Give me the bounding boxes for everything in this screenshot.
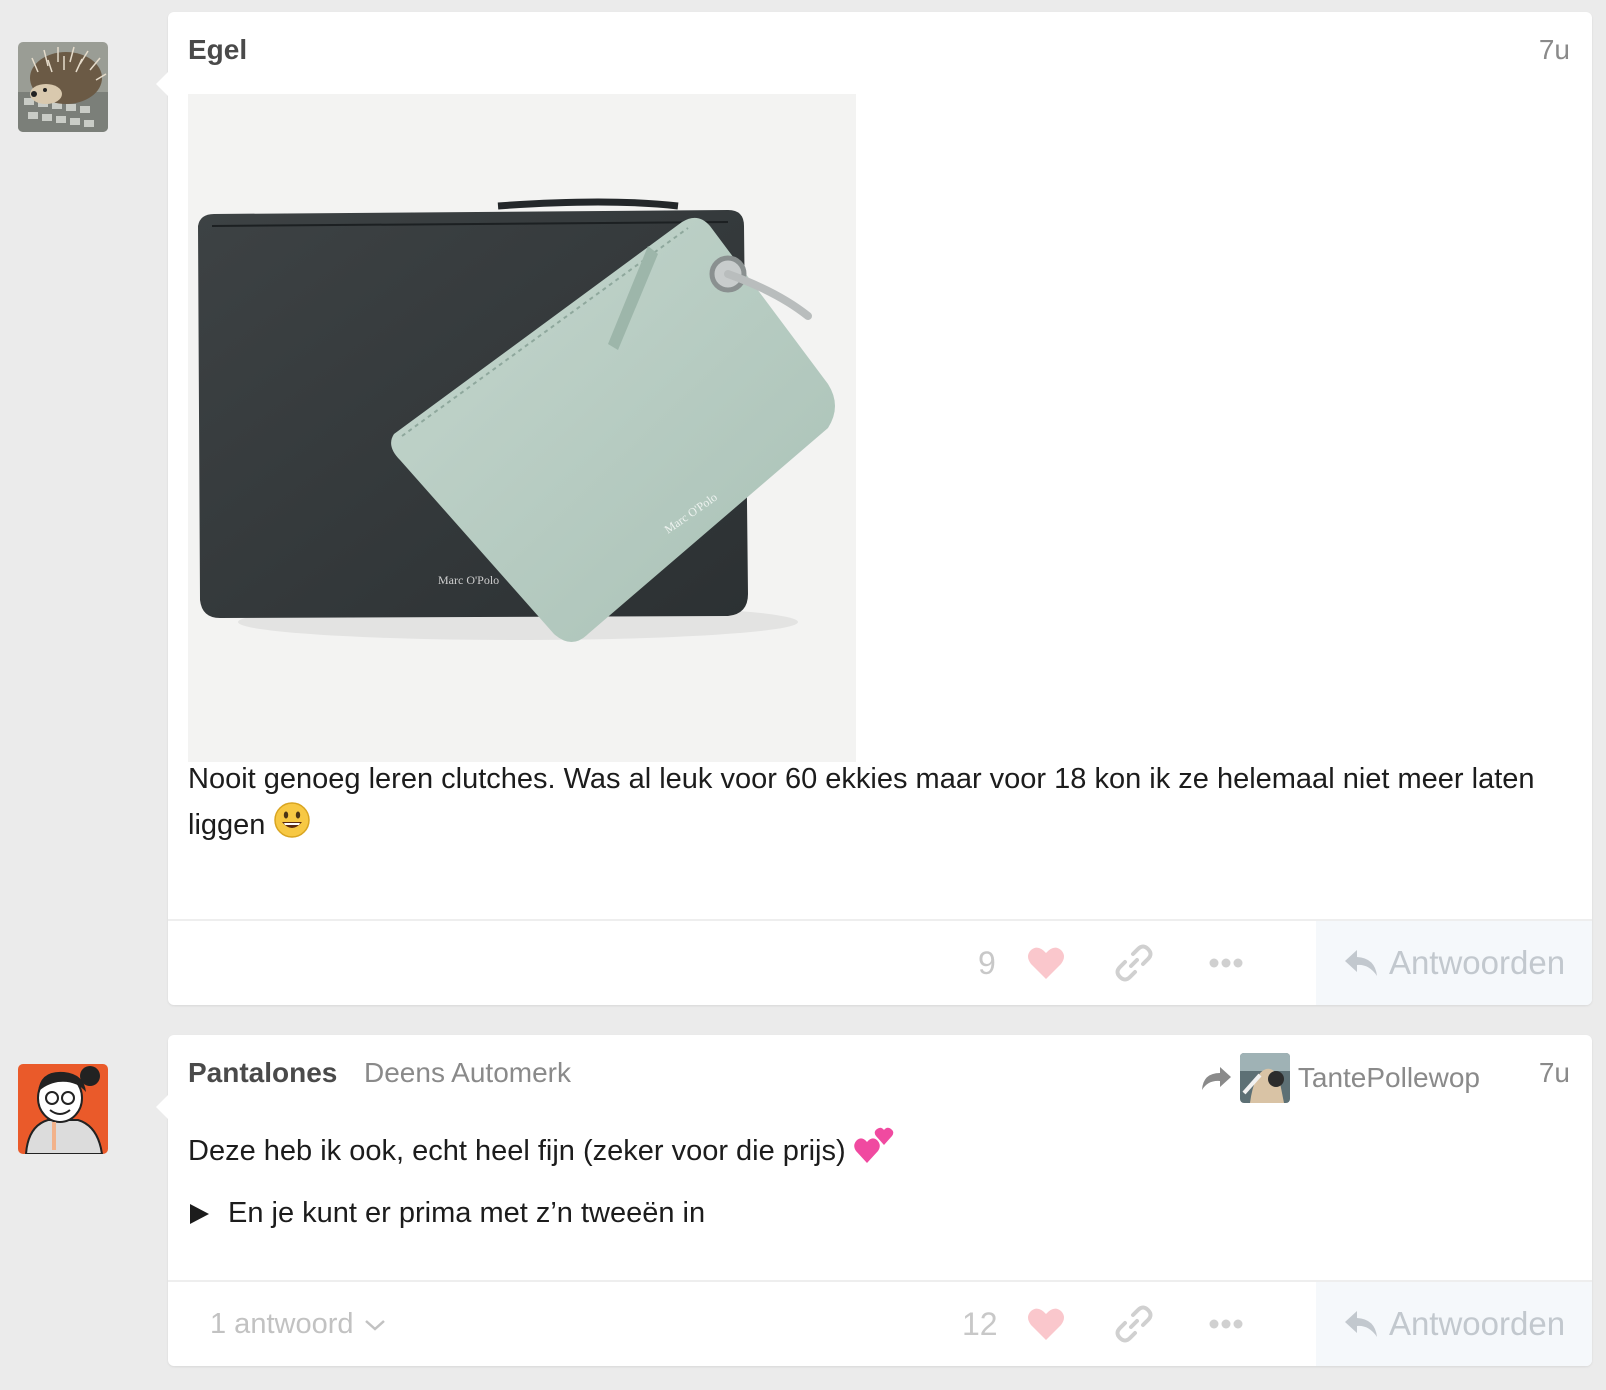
reply-to-avatar <box>1239 1053 1290 1103</box>
avatar-pantalones[interactable] <box>18 1064 108 1154</box>
post-text: Deze heb ik ook, echt heel fijn (zeker v… <box>188 1127 1558 1178</box>
reply-to-indicator[interactable]: TantePollewop <box>1200 1053 1480 1103</box>
copy-link-icon[interactable] <box>1112 1302 1156 1346</box>
two-hearts-emoji-icon <box>853 1127 894 1178</box>
post-card: Pantalones Deens Automerk TantePollewop … <box>156 1035 1592 1366</box>
post-text: Nooit genoeg leren clutches. Was al leuk… <box>188 758 1558 852</box>
reply-label: Antwoorden <box>1388 944 1566 981</box>
reply-button[interactable]: Antwoorden <box>1316 921 1592 1005</box>
collapsed-details[interactable]: En je kunt er prima met z’n tweeën in <box>188 1197 705 1230</box>
reply-arrow-icon <box>1344 1311 1377 1337</box>
user-title: Deens Automerk <box>364 1057 571 1088</box>
like-heart-icon[interactable] <box>1024 1302 1068 1346</box>
post-time[interactable]: 7u <box>1539 34 1570 66</box>
post-text-content: Nooit genoeg leren clutches. Was al leuk… <box>188 763 1535 842</box>
post-author[interactable]: Pantalones <box>188 1057 337 1089</box>
details-summary: En je kunt er prima met z’n tweeën in <box>228 1197 706 1229</box>
post-card: Egel 7u Marc O'Polo Marc O'Polo Nooit ge… <box>156 12 1592 1005</box>
show-replies-button[interactable]: 1 antwoord <box>210 1308 386 1341</box>
share-arrow-icon <box>1201 1067 1231 1090</box>
chevron-down-icon <box>364 1319 385 1331</box>
avatar-egel[interactable] <box>18 42 108 132</box>
reply-button[interactable]: Antwoorden <box>1316 1282 1592 1366</box>
reply-label: Antwoorden <box>1388 1305 1566 1342</box>
more-options-icon[interactable] <box>1204 1302 1248 1346</box>
reply-arrow-icon <box>1344 950 1377 976</box>
like-count[interactable]: 9 <box>978 945 996 982</box>
more-options-icon[interactable] <box>1204 941 1248 985</box>
disclosure-triangle-icon <box>190 1203 209 1224</box>
brand-print-dark: Marc O'Polo <box>438 573 499 587</box>
like-count[interactable]: 12 <box>962 1306 998 1343</box>
clutch-product-photo: Marc O'Polo Marc O'Polo <box>188 94 856 762</box>
post-author[interactable]: Egel <box>188 34 247 66</box>
hedgehog-avatar-icon <box>18 42 108 132</box>
post-image[interactable]: Marc O'Polo Marc O'Polo <box>188 94 856 762</box>
like-heart-icon[interactable] <box>1024 941 1068 985</box>
replies-label: 1 antwoord <box>210 1308 354 1340</box>
post-text-content: Deze heb ik ook, echt heel fijn (zeker v… <box>188 1135 846 1168</box>
copy-link-icon[interactable] <box>1112 941 1156 985</box>
post-actions: 9 Antwoorden <box>168 919 1592 1005</box>
post-time[interactable]: 7u <box>1539 1057 1570 1089</box>
reply-to-username: TantePollewop <box>1297 1062 1480 1093</box>
cartoon-girl-avatar-icon <box>18 1064 108 1154</box>
post-actions: 1 antwoord 12 Antwoorden <box>168 1280 1592 1366</box>
smiley-emoji-icon <box>273 801 311 852</box>
